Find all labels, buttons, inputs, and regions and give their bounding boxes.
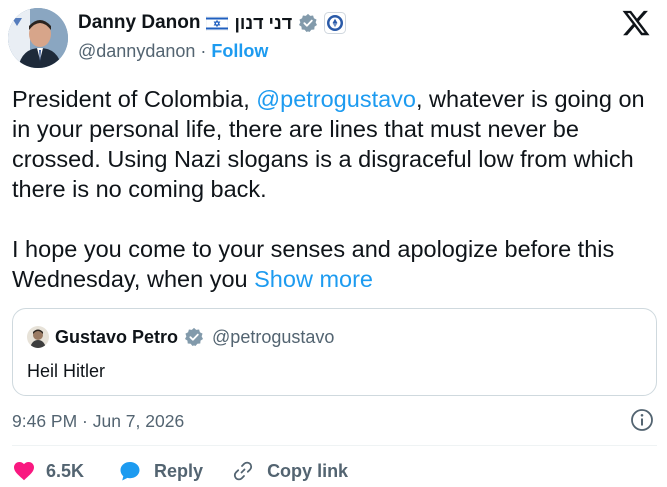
copy-link-button[interactable]: Copy link (231, 459, 348, 483)
like-button[interactable]: 6.5K (12, 459, 84, 483)
reply-label: Reply (154, 460, 204, 481)
tweet-card: Danny Danon דני דנון @dannydanon · Follo… (0, 0, 667, 487)
tweet-timestamp[interactable]: 9:46 PM · Jun 7, 2026 (12, 411, 184, 432)
show-more-link[interactable]: Show more (254, 266, 373, 292)
tweet-text: President of Colombia, @petrogustavo, wh… (12, 84, 657, 294)
follow-button[interactable]: Follow (211, 41, 268, 61)
author-avatar[interactable] (8, 8, 68, 68)
x-logo-icon[interactable] (621, 8, 651, 38)
mention-link[interactable]: @petrogustavo (256, 86, 416, 112)
author-name[interactable]: Danny Danon (78, 12, 200, 34)
tweet-paragraph-1: President of Colombia, @petrogustavo, wh… (12, 84, 657, 204)
copy-link-label: Copy link (267, 460, 349, 481)
tweet-paragraph-2: I hope you come to your senses and apolo… (12, 234, 657, 294)
quoted-author-handle: @petrogustavo (212, 326, 335, 347)
quoted-author-avatar (27, 326, 49, 348)
author-handle[interactable]: @dannydanon (78, 41, 195, 61)
affiliate-badge-icon[interactable] (324, 12, 347, 34)
action-bar: 6.5K Reply Copy link (12, 458, 348, 484)
info-icon[interactable] (630, 408, 654, 432)
reply-bubble-icon (118, 459, 142, 483)
quoted-tweet-text: Heil Hitler (27, 361, 106, 381)
heart-icon (12, 459, 36, 483)
verified-badge-icon[interactable] (298, 13, 318, 33)
tweet-text-part: President of Colombia, (12, 86, 257, 112)
handle-separator: · (200, 41, 207, 61)
divider (12, 445, 657, 446)
reply-button[interactable]: Reply (118, 459, 203, 483)
israel-flag-icon (206, 15, 229, 31)
like-count: 6.5K (46, 460, 85, 481)
author-hebrew-name: דני דנון (234, 12, 293, 33)
verified-badge-icon (184, 327, 204, 347)
author-name-row: Danny Danon דני דנון (78, 12, 347, 34)
quoted-author-name: Gustavo Petro (55, 326, 179, 347)
link-icon (231, 459, 255, 483)
quoted-tweet[interactable]: Gustavo Petro @petrogustavo Heil Hitler (12, 308, 657, 396)
author-handle-row: @dannydanon · Follow (78, 41, 268, 62)
quoted-tweet-header: Gustavo Petro @petrogustavo (27, 326, 334, 348)
